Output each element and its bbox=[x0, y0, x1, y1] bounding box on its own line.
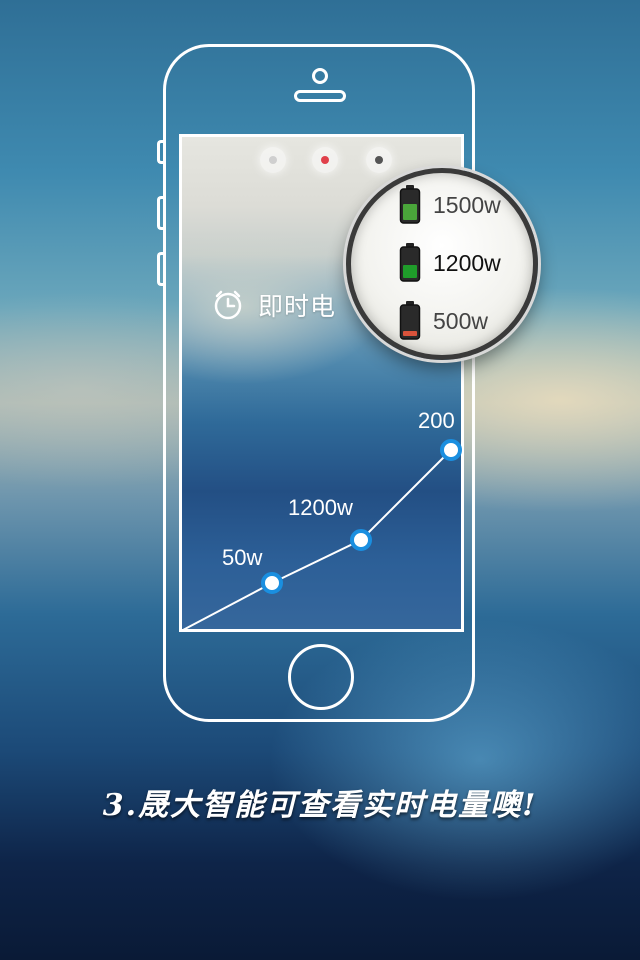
phone-volume-down bbox=[157, 252, 163, 286]
battery-icon bbox=[399, 185, 421, 224]
battery-label: 1500w bbox=[433, 191, 501, 218]
caption-text: 3.晟大智能可查看实时电量噢! bbox=[102, 788, 538, 823]
battery-label: 1200w bbox=[433, 249, 501, 276]
screen-title: 即时电 bbox=[258, 292, 337, 321]
alarm-clock-icon bbox=[214, 290, 242, 320]
phone-volume-up bbox=[157, 196, 163, 230]
magnifier-row: 1200w bbox=[399, 243, 501, 283]
magnifier-lens: 1500w 1200w 500w bbox=[346, 168, 538, 360]
phone-speaker bbox=[294, 90, 346, 102]
top-dot-gray[interactable] bbox=[260, 147, 286, 173]
battery-icon bbox=[399, 243, 421, 282]
battery-label: 500w bbox=[433, 307, 488, 334]
magnifier-row: 1500w bbox=[399, 185, 501, 225]
magnifier-row: 500w bbox=[399, 301, 488, 341]
top-dot-dark[interactable] bbox=[366, 147, 392, 173]
top-dot-red[interactable] bbox=[312, 147, 338, 173]
phone-silent-switch bbox=[157, 140, 163, 164]
phone-camera bbox=[312, 68, 328, 84]
screen-header: 即时电 bbox=[212, 287, 336, 323]
battery-icon bbox=[399, 301, 421, 340]
home-button[interactable] bbox=[288, 644, 354, 710]
